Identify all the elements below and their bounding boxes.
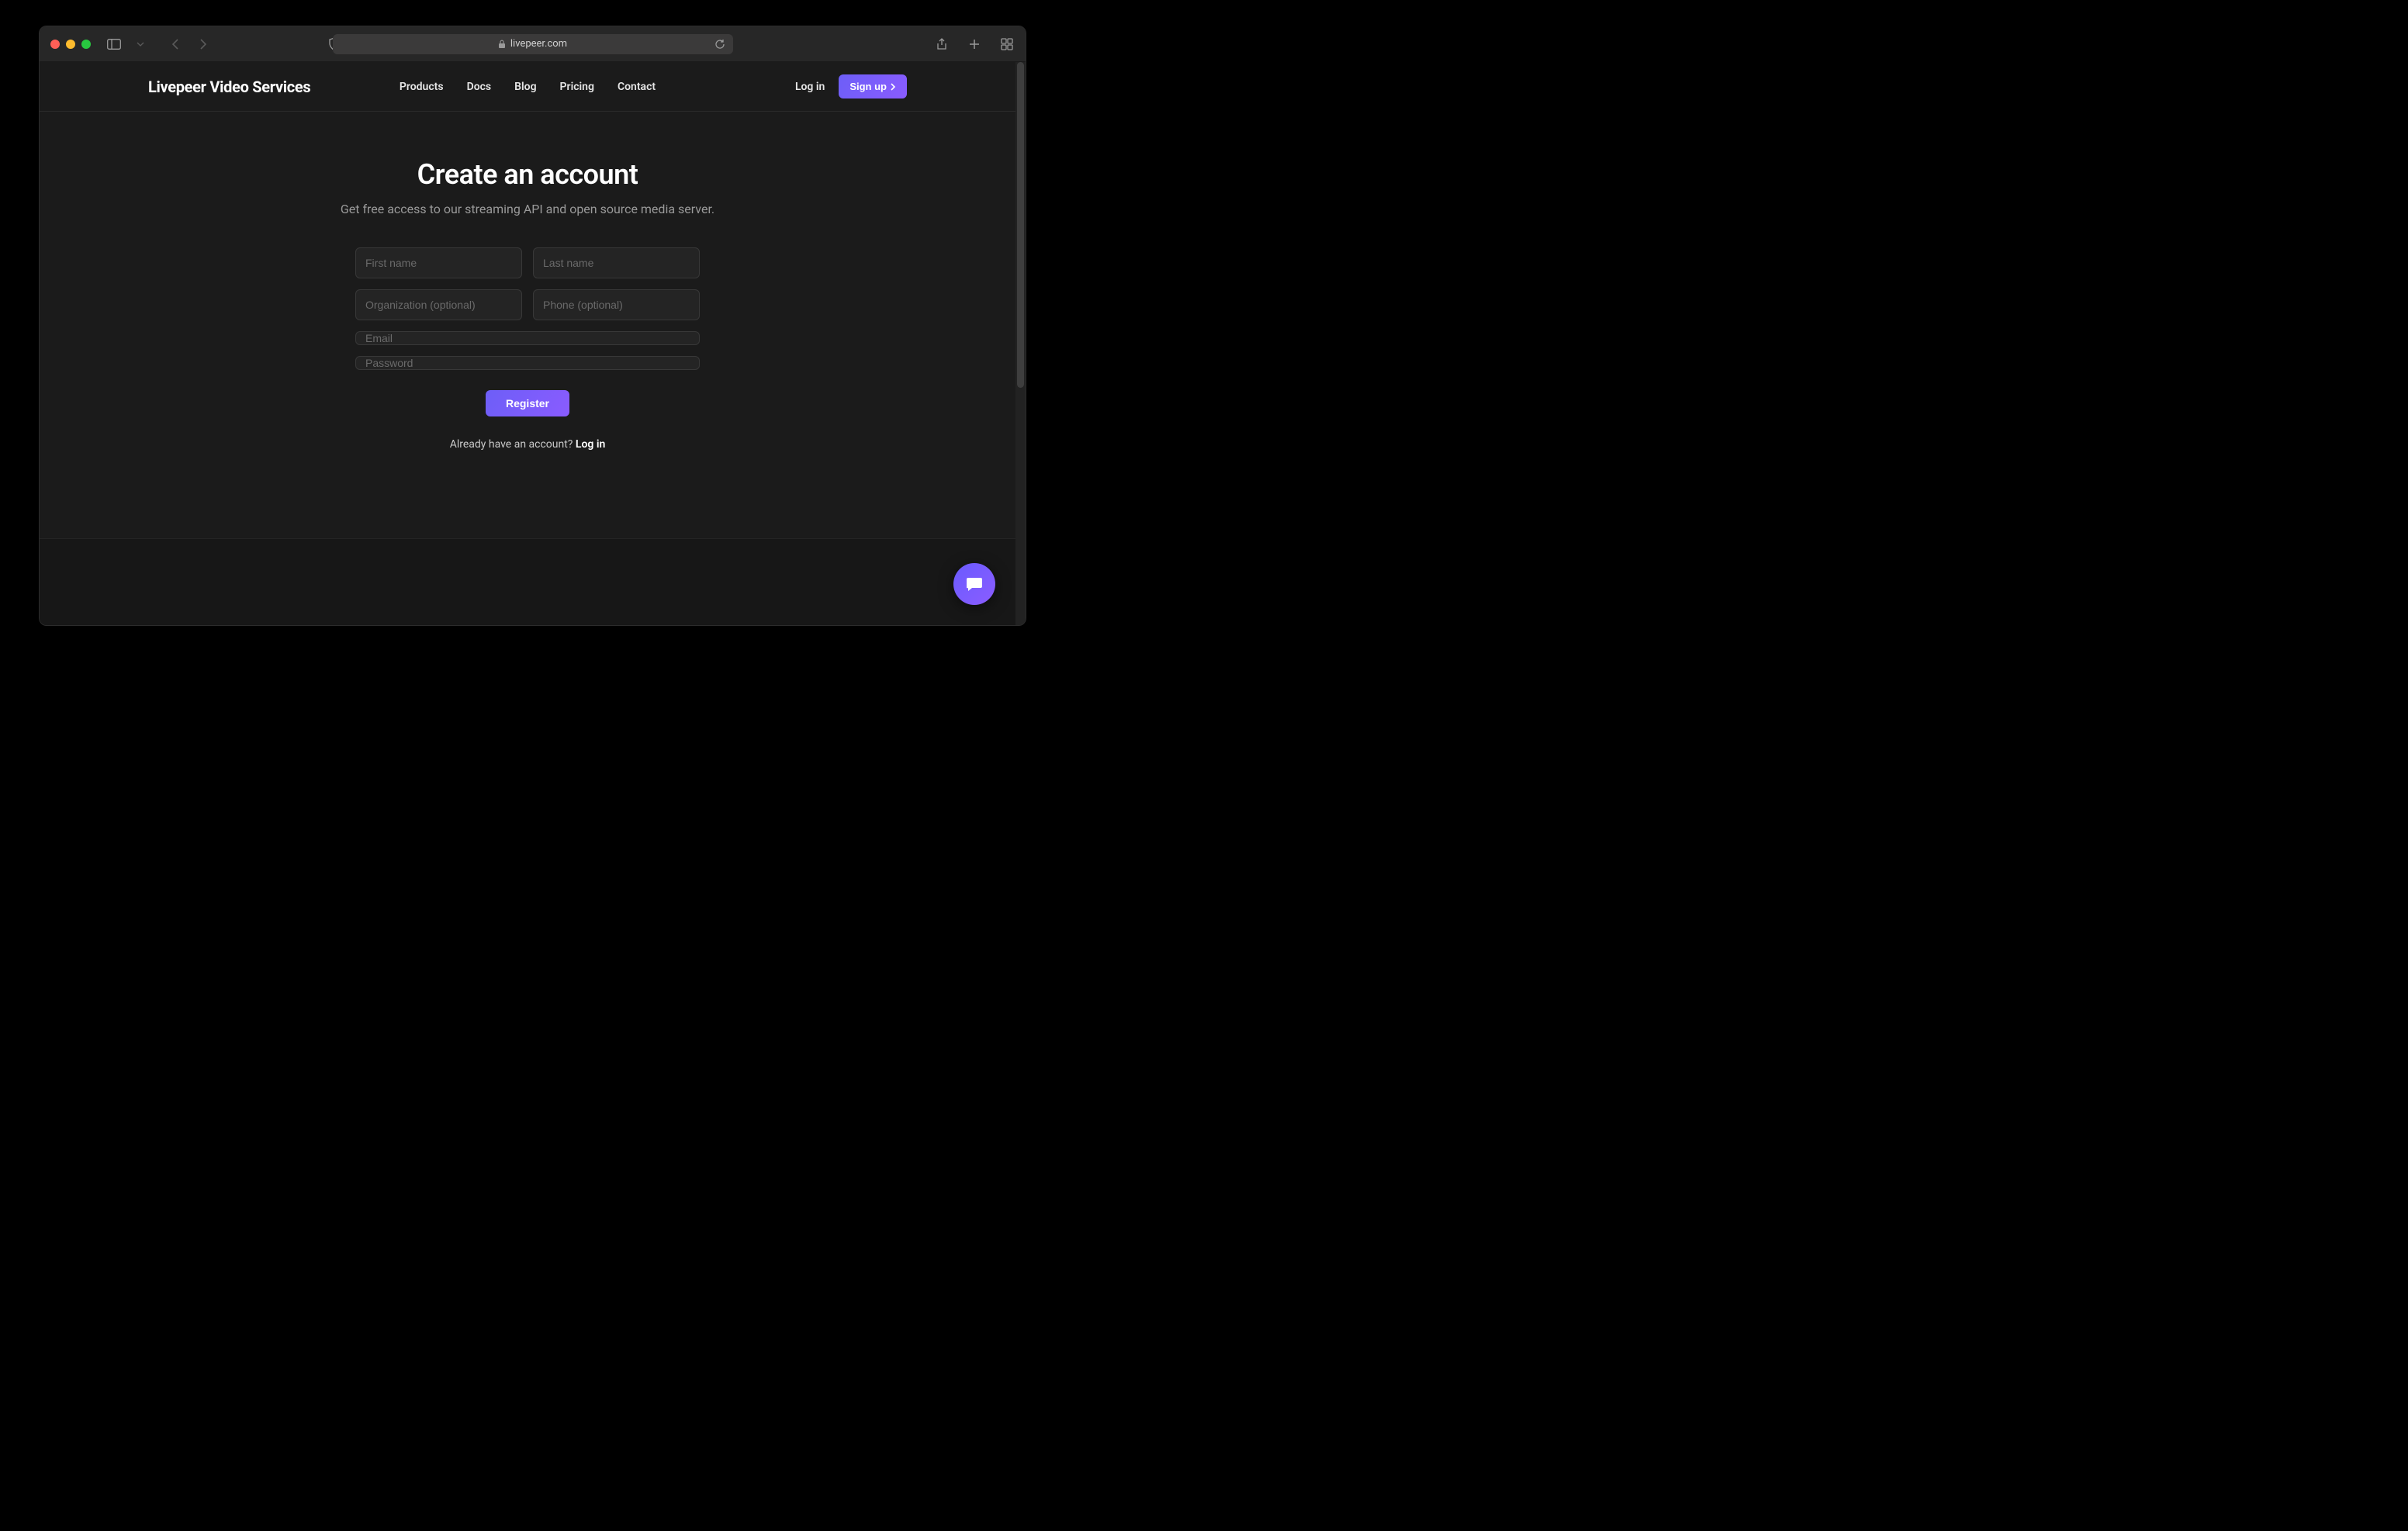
close-window-button[interactable] xyxy=(50,40,60,49)
main-content: Create an account Get free access to our… xyxy=(40,112,1015,451)
sidebar-toggle-icon[interactable] xyxy=(106,36,122,52)
nav-contact[interactable]: Contact xyxy=(618,81,656,93)
page-title: Create an account xyxy=(417,158,638,191)
already-text: Already have an account? xyxy=(450,438,576,451)
vertical-scrollbar[interactable] xyxy=(1015,62,1026,625)
already-have-account: Already have an account? Log in xyxy=(355,438,700,451)
nav-docs[interactable]: Docs xyxy=(467,81,492,93)
chevron-down-icon[interactable] xyxy=(133,36,148,52)
share-icon[interactable] xyxy=(934,36,950,52)
signup-label: Sign up xyxy=(849,81,887,92)
reload-icon[interactable] xyxy=(714,39,725,50)
register-button[interactable]: Register xyxy=(486,390,569,416)
url-text: livepeer.com xyxy=(510,38,567,50)
chevron-right-icon xyxy=(890,83,896,91)
chat-widget-button[interactable] xyxy=(953,563,995,605)
forward-icon[interactable] xyxy=(195,36,210,52)
page-viewport: Livepeer Video Services Products Docs Bl… xyxy=(40,62,1015,625)
browser-window: livepeer.com Livepeer Video Ser xyxy=(39,26,1026,626)
tab-overview-icon[interactable] xyxy=(999,36,1015,52)
back-icon[interactable] xyxy=(168,36,184,52)
scrollbar-thumb[interactable] xyxy=(1017,62,1024,388)
url-field[interactable]: livepeer.com xyxy=(333,34,733,54)
nav-blog[interactable]: Blog xyxy=(514,81,536,93)
signup-form: Register Already have an account? Log in xyxy=(355,247,700,451)
brand-logo[interactable]: Livepeer Video Services xyxy=(148,78,310,96)
lock-icon xyxy=(498,40,506,49)
last-name-input[interactable] xyxy=(533,247,700,278)
site-header: Livepeer Video Services Products Docs Bl… xyxy=(40,62,1015,112)
titlebar: livepeer.com xyxy=(40,26,1026,62)
password-input[interactable] xyxy=(355,356,700,370)
first-name-input[interactable] xyxy=(355,247,522,278)
new-tab-icon[interactable] xyxy=(967,36,982,52)
signup-button[interactable]: Sign up xyxy=(839,74,907,98)
page-subtitle: Get free access to our streaming API and… xyxy=(341,202,714,216)
nav-products[interactable]: Products xyxy=(400,81,444,93)
phone-input[interactable] xyxy=(533,289,700,320)
login-link[interactable]: Log in xyxy=(795,81,825,93)
main-nav: Products Docs Blog Pricing Contact xyxy=(400,81,656,93)
email-input[interactable] xyxy=(355,331,700,345)
organization-input[interactable] xyxy=(355,289,522,320)
minimize-window-button[interactable] xyxy=(66,40,75,49)
window-traffic-lights xyxy=(50,40,91,49)
login-inline-link[interactable]: Log in xyxy=(576,438,605,451)
maximize-window-button[interactable] xyxy=(81,40,91,49)
chat-icon xyxy=(965,575,984,593)
nav-pricing[interactable]: Pricing xyxy=(560,81,594,93)
footer-region xyxy=(40,538,1015,625)
